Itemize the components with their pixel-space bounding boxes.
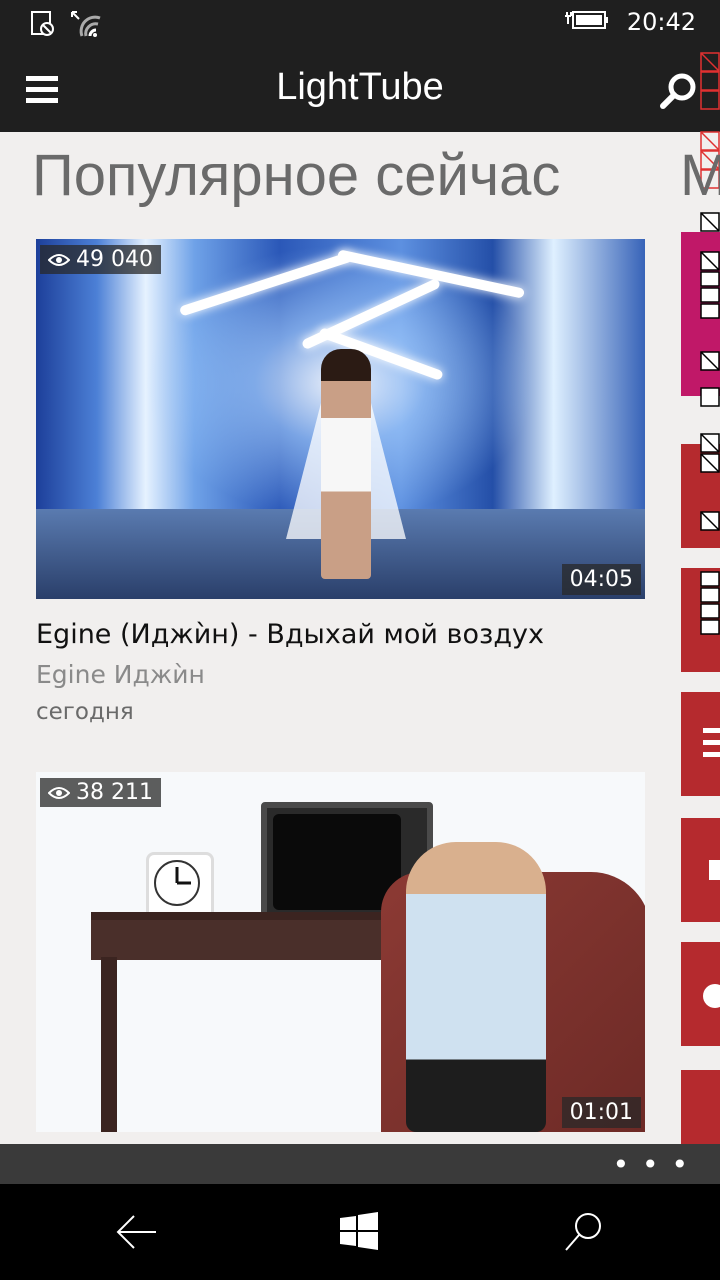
eye-icon xyxy=(48,786,70,799)
duration-badge: 01:01 xyxy=(561,1097,641,1128)
windows-logo-icon[interactable] xyxy=(336,1208,384,1256)
eye-icon xyxy=(48,253,70,266)
side-tile[interactable] xyxy=(681,942,720,1046)
video-card[interactable]: 38 211 01:01 xyxy=(36,772,645,1132)
wifi-icon xyxy=(70,10,104,42)
view-count: 49 040 xyxy=(76,247,153,272)
video-thumbnail[interactable]: 49 040 04:05 xyxy=(36,239,645,599)
status-bar: 20:42 xyxy=(0,0,720,48)
search-icon[interactable] xyxy=(560,1208,608,1256)
clock-time: 20:42 xyxy=(626,8,696,36)
charging-battery-icon xyxy=(563,8,611,36)
section-title: Популярное сейчас xyxy=(32,143,561,208)
video-title[interactable]: Egine (Иджѝн) - Вдыхай мой воздух xyxy=(36,619,645,650)
next-section-title[interactable]: М xyxy=(680,142,720,209)
side-tile-strip xyxy=(700,212,720,672)
battery-saver-icon xyxy=(30,10,56,42)
system-nav-bar xyxy=(0,1184,720,1280)
more-options-button[interactable]: • • • xyxy=(613,1148,690,1181)
side-tile[interactable] xyxy=(681,818,720,922)
side-tile-strip xyxy=(700,52,720,189)
app-header: LightTube xyxy=(0,48,720,132)
view-count-badge: 38 211 xyxy=(40,778,161,807)
back-arrow-icon[interactable] xyxy=(112,1208,160,1256)
channel-name[interactable]: Egine Иджѝн xyxy=(36,660,645,689)
bottom-app-bar: • • • xyxy=(0,1144,720,1184)
view-count-badge: 49 040 xyxy=(40,245,161,274)
upload-date: сегодня xyxy=(36,699,134,725)
side-tile[interactable] xyxy=(681,692,720,796)
app-title: LightTube xyxy=(276,66,444,108)
search-icon[interactable] xyxy=(658,72,698,112)
side-tile[interactable] xyxy=(681,1070,720,1144)
duration-badge: 04:05 xyxy=(561,564,641,595)
view-count: 38 211 xyxy=(76,780,153,805)
video-thumbnail[interactable]: 38 211 01:01 xyxy=(36,772,645,1132)
video-card[interactable]: 49 040 04:05 Egine (Иджѝн) - Вдыхай мой … xyxy=(36,239,645,725)
